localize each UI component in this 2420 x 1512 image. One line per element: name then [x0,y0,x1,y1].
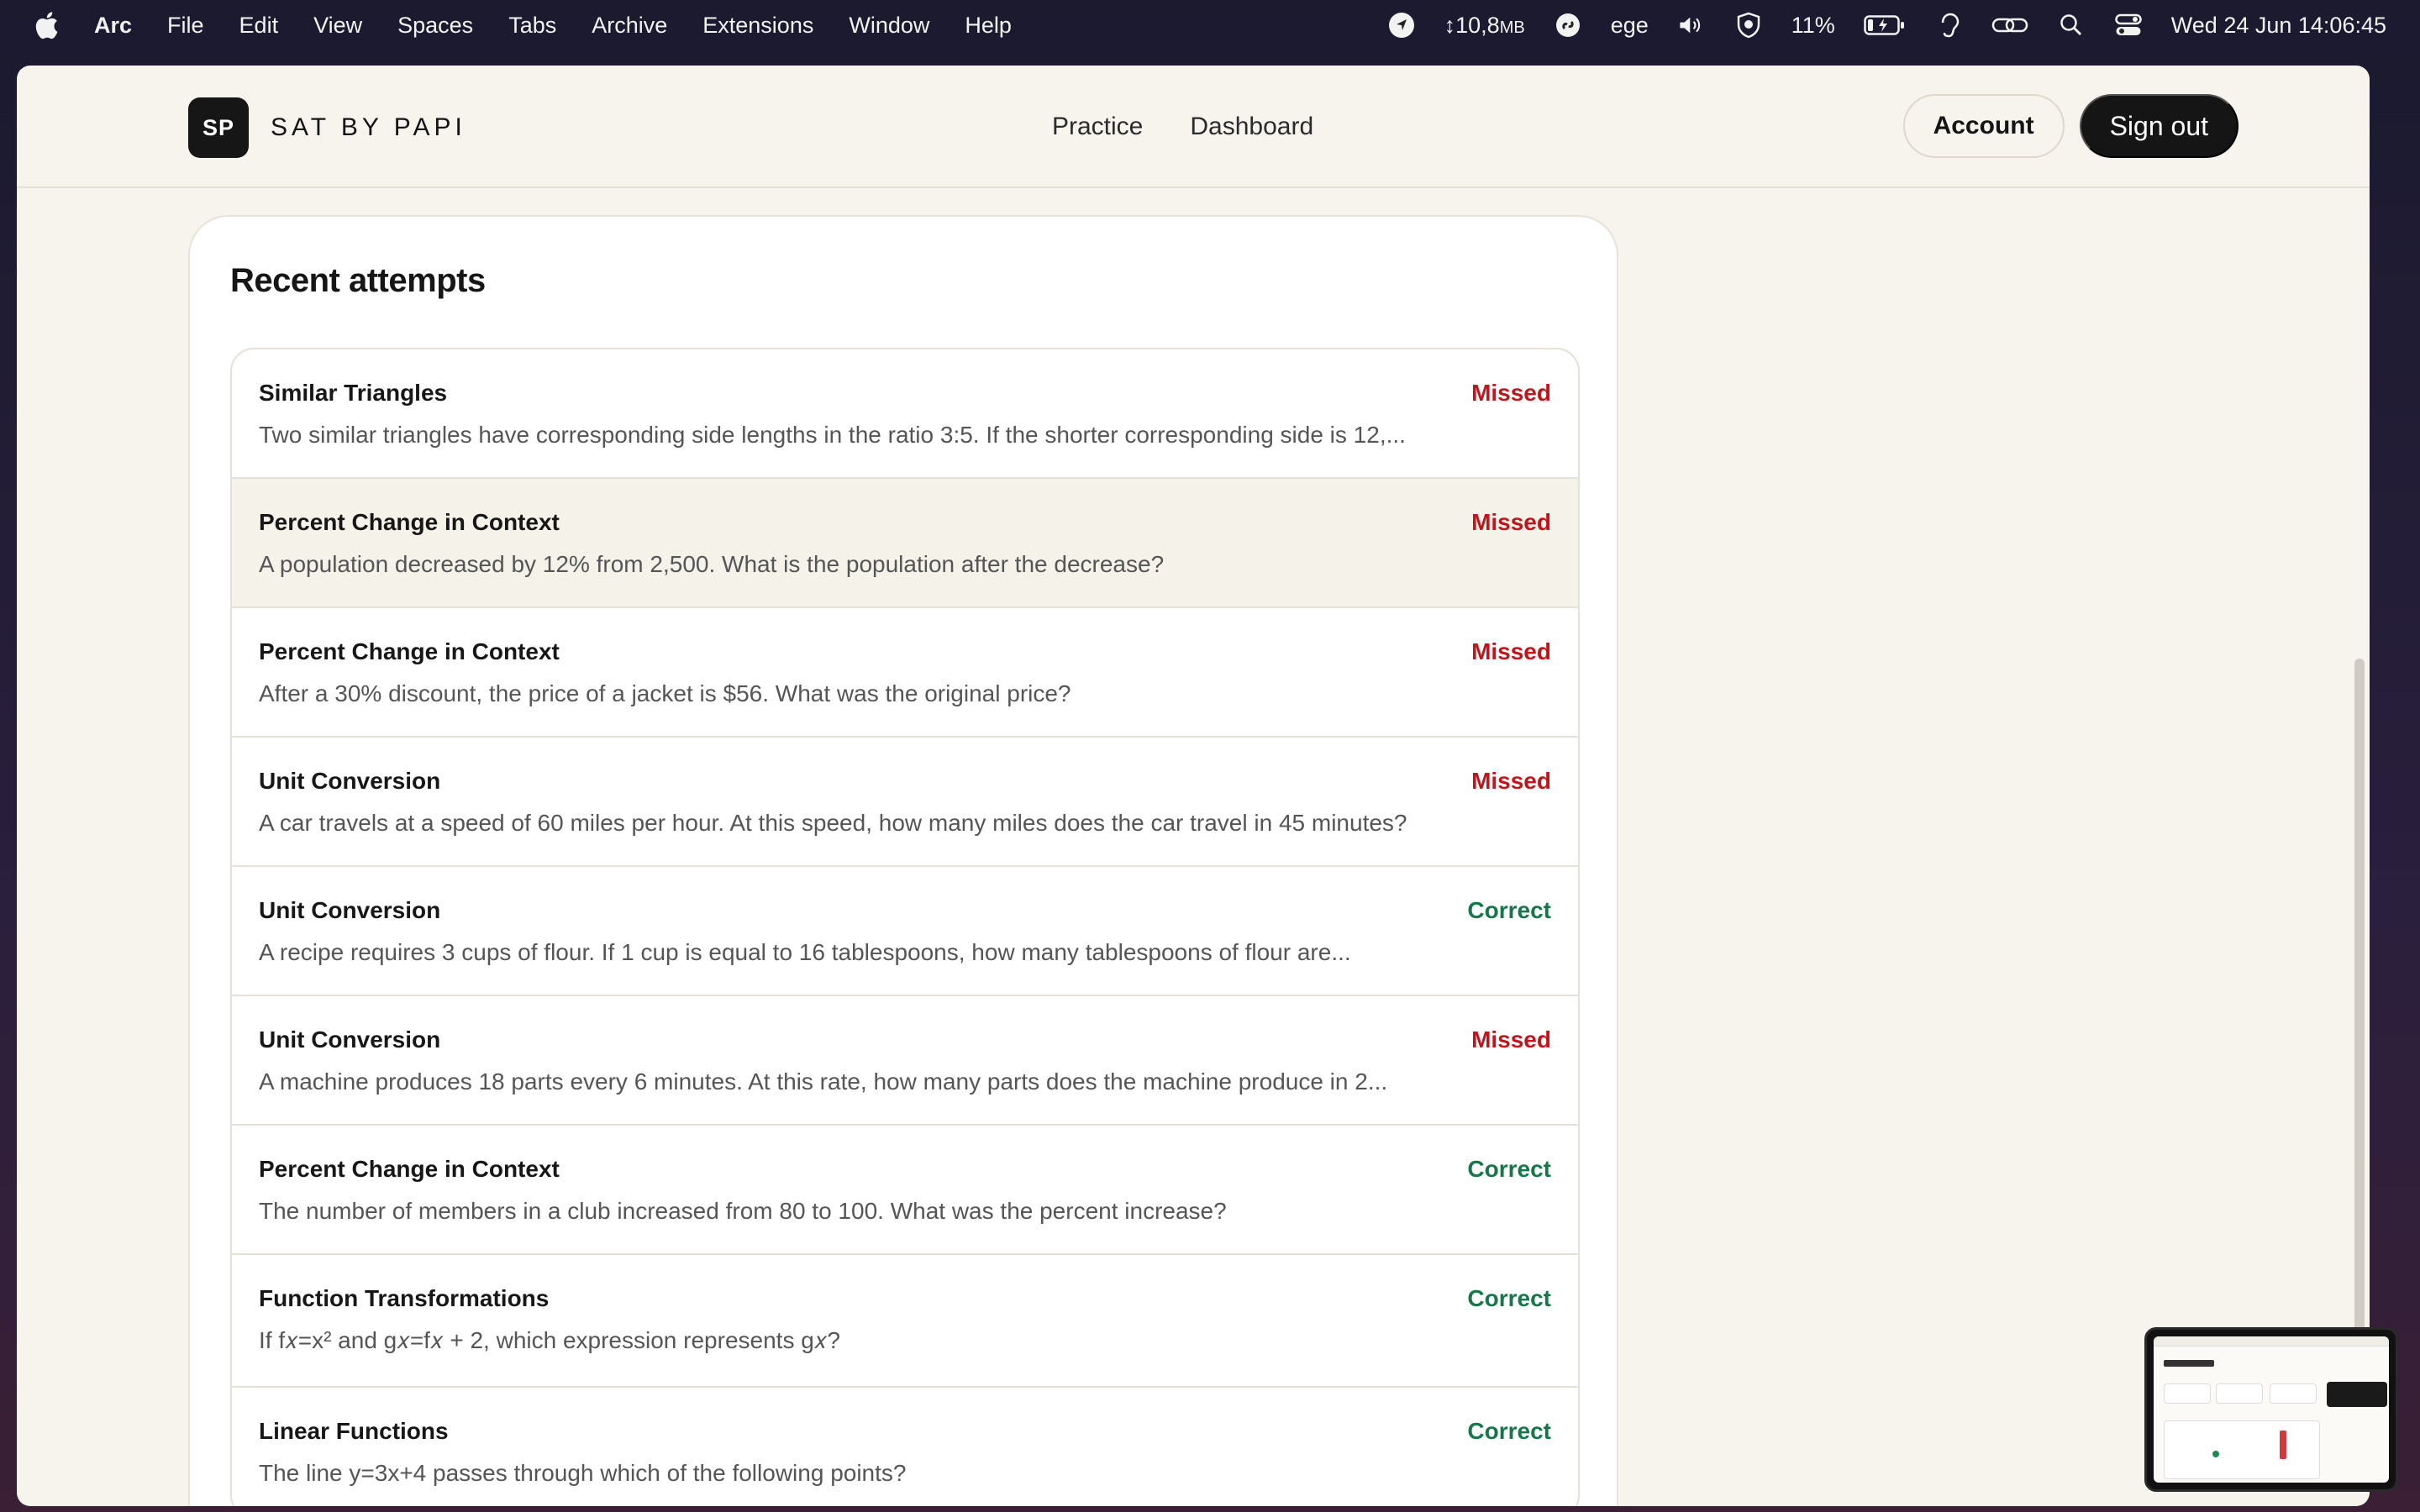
attempt-question: A machine produces 18 parts every 6 minu… [259,1068,1388,1095]
nav-dashboard[interactable]: Dashboard [1190,113,1313,141]
link-icon[interactable] [1991,11,2028,39]
attempt-topic: Percent Change in Context [259,638,560,664]
attempt-question: A population decreased by 12% from 2,500… [259,551,1165,577]
battery-icon[interactable] [1864,11,1906,39]
attempt-row[interactable]: Unit Conversion A car travels at a speed… [232,738,1578,867]
attempt-row[interactable]: Unit Conversion A recipe requires 3 cups… [232,867,1578,996]
network-monitor[interactable]: ↕10,8MB [1444,13,1525,39]
hearing-icon[interactable] [1934,11,1963,39]
browser-window: SP SAT BY PAPI Practice Dashboard Accoun… [17,66,2370,1506]
attempt-topic: Unit Conversion [259,1026,441,1053]
attempt-topic: Unit Conversion [259,768,441,794]
brand-name: SAT BY PAPI [271,113,466,141]
attempt-row[interactable]: Percent Change in Context The number of … [232,1126,1578,1255]
attempt-status-badge: Missed [1471,768,1551,794]
menu-archive[interactable]: Archive [592,13,667,39]
menu-tabs[interactable]: Tabs [508,13,556,39]
attempt-row[interactable]: Percent Change in Context A population d… [232,479,1578,608]
attempt-topic: Similar Triangles [259,380,448,406]
recent-attempts-card: Recent attempts Similar Triangles Two si… [188,215,1618,1506]
battery-percent: 11% [1791,12,1835,38]
volume-icon[interactable] [1677,11,1706,39]
menu-bar: Arc File Edit View Spaces Tabs Archive E… [0,0,2420,50]
search-icon[interactable] [2057,11,2086,39]
attempt-status-badge: Missed [1471,380,1551,406]
attempt-topic: Percent Change in Context [259,1156,560,1182]
menu-window[interactable]: Window [849,13,929,39]
section-title: Recent attempts [230,262,486,299]
header-actions: Account Sign out [1902,94,2238,158]
attempt-row[interactable]: Unit Conversion A machine produces 18 pa… [232,996,1578,1126]
attempt-row[interactable]: Percent Change in Context After a 30% di… [232,608,1578,738]
attempt-status-badge: Correct [1467,1156,1551,1182]
clock[interactable]: Wed 24 Jun 14:06:45 [2171,13,2386,39]
attempt-topic: Linear Functions [259,1418,449,1444]
menu-edit[interactable]: Edit [239,13,279,39]
attempt-status-badge: Missed [1471,638,1551,664]
preview-chart-panel [2164,1420,2320,1479]
preview-stat-box [2270,1383,2317,1404]
app-menu-arc[interactable]: Arc [94,13,132,39]
attempt-topic: Unit Conversion [259,897,441,923]
brand-logo: SP [188,97,249,158]
preview-content [2154,1336,2389,1483]
attempt-question: If f𝑥=x² and g𝑥=f𝑥 + 2, which expression… [259,1327,840,1353]
attempts-list: Similar Triangles Two similar triangles … [230,348,1580,1506]
main-nav: Practice Dashboard [1052,66,1313,188]
attempt-row[interactable]: Linear Functions The line y=3x+4 passes … [232,1388,1578,1506]
account-button[interactable]: Account [1902,94,2065,158]
sign-out-button[interactable]: Sign out [2079,94,2238,158]
attempt-status-badge: Missed [1471,1026,1551,1053]
scrollbar[interactable] [2351,188,2370,1506]
attempt-question: A recipe requires 3 cups of flour. If 1 … [259,939,1351,965]
attempt-topic: Percent Change in Context [259,509,560,535]
apple-icon[interactable] [34,11,59,39]
preview-bar [2280,1431,2286,1459]
brand[interactable]: SP SAT BY PAPI [188,97,466,158]
menu-spaces[interactable]: Spaces [397,13,473,39]
network-unit: MB [1499,18,1525,37]
network-rate: ↕10,8 [1444,12,1500,38]
attempt-topic: Function Transformations [259,1285,550,1311]
preview-dot [2212,1451,2219,1457]
site-header: SP SAT BY PAPI Practice Dashboard Accoun… [17,66,2370,188]
page-preview-thumbnail[interactable] [2144,1327,2398,1492]
preview-dark-card [2327,1382,2387,1407]
attempt-question: After a 30% discount, the price of a jac… [259,680,1071,706]
attempt-status-badge: Missed [1471,509,1551,535]
attempt-status-badge: Correct [1467,1285,1551,1311]
shazam-icon[interactable] [1554,11,1582,39]
attempt-question: A car travels at a speed of 60 miles per… [259,810,1407,836]
attempt-status-badge: Correct [1467,1418,1551,1444]
shield-icon[interactable] [1734,11,1763,39]
preview-stat-box [2164,1383,2211,1404]
menu-file[interactable]: File [167,13,204,39]
attempt-question: Two similar triangles have corresponding… [259,422,1406,448]
preview-title [2164,1360,2214,1367]
nav-practice[interactable]: Practice [1052,113,1143,141]
menu-view[interactable]: View [313,13,362,39]
attempt-question: The line y=3x+4 passes through which of … [259,1460,907,1486]
menu-extensions[interactable]: Extensions [702,13,813,39]
scrollbar-thumb[interactable] [2354,659,2365,1398]
preview-stat-box [2216,1383,2263,1404]
attempt-question: The number of members in a club increase… [259,1198,1227,1224]
attempt-row[interactable]: Similar Triangles Two similar triangles … [232,349,1578,479]
attempt-row[interactable]: Function Transformations If f𝑥=x² and g𝑥… [232,1255,1578,1388]
location-arrow-icon[interactable] [1387,11,1416,39]
control-center-icon[interactable] [2114,11,2143,39]
keyboard-input-source[interactable]: ege [1611,13,1649,39]
attempt-status-badge: Correct [1467,897,1551,923]
preview-header [2154,1336,2389,1347]
menu-help[interactable]: Help [965,13,1012,39]
